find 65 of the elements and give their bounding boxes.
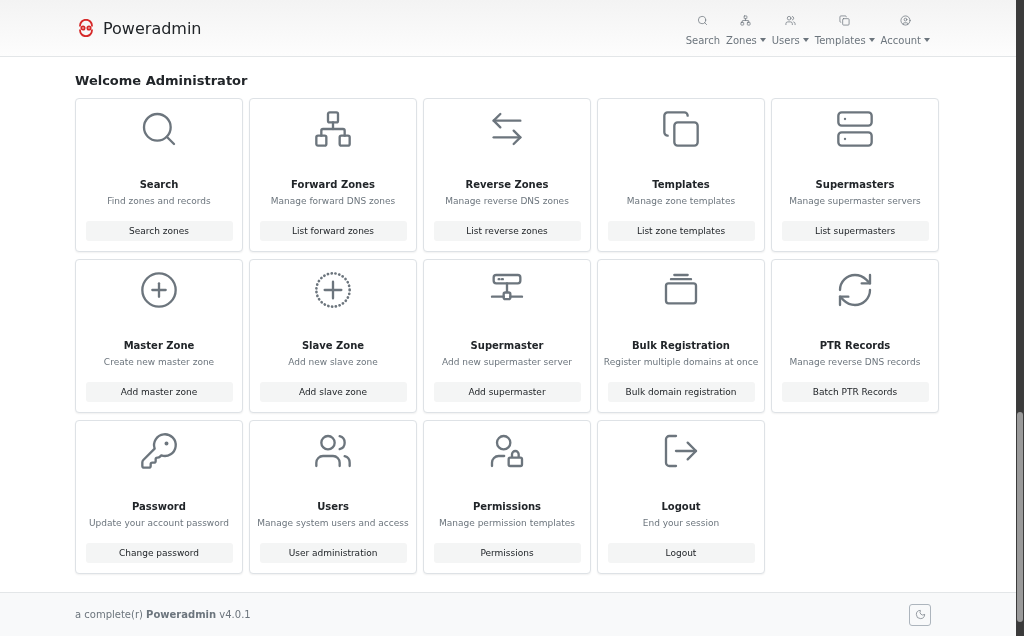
- card-description: Add new supermaster server: [442, 357, 572, 367]
- footer-text: a complete(r) Poweradmin v4.0.1: [75, 609, 251, 620]
- card-action-button[interactable]: Add master zone: [85, 382, 233, 402]
- nav-link[interactable]: Search: [685, 14, 721, 46]
- card-description: Add new slave zone: [288, 357, 378, 367]
- theme-toggle-button[interactable]: [909, 603, 931, 626]
- card-title: Master Zone: [123, 340, 195, 351]
- card-title: Users: [317, 501, 349, 512]
- card-description: Manage system users and access: [257, 518, 409, 528]
- card-action-button[interactable]: Add slave zone: [259, 382, 407, 402]
- nav-link[interactable]: Zones: [726, 14, 766, 46]
- card-title: Supermasters: [815, 179, 895, 190]
- card-action-button[interactable]: Permissions: [433, 543, 581, 563]
- card-description: Manage zone templates: [626, 196, 736, 206]
- page-heading: Welcome Administrator: [75, 73, 249, 88]
- card-action-button[interactable]: Change password: [85, 543, 233, 563]
- card-description: End your session: [642, 518, 720, 528]
- card-description: Register multiple domains at once: [603, 357, 759, 367]
- card-title: Slave Zone: [301, 340, 365, 351]
- users-icon: [784, 14, 796, 26]
- brand-name[interactable]: Poweradmin: [103, 18, 202, 38]
- moon-icon: [914, 609, 926, 620]
- nav-link[interactable]: Templates: [814, 14, 875, 46]
- plus-circle-icon: [139, 270, 179, 310]
- card-action-button[interactable]: Add supermaster: [433, 382, 581, 402]
- card-action-button[interactable]: Search zones: [85, 221, 233, 241]
- card-action-button[interactable]: List zone templates: [607, 221, 755, 241]
- card-title: Bulk Registration: [632, 340, 730, 351]
- card-description: Update your account password: [89, 518, 229, 528]
- card-action-button[interactable]: List forward zones: [259, 221, 407, 241]
- card-description: Create new master zone: [103, 357, 215, 367]
- card-description: Manage supermaster servers: [789, 196, 921, 206]
- server-icon: [835, 109, 875, 149]
- sitemap-icon: [313, 109, 353, 149]
- sitemap-icon: [740, 14, 752, 26]
- card-title: Forward Zones: [291, 179, 375, 190]
- logo-icon: [77, 19, 95, 37]
- card-title: Search: [139, 179, 179, 190]
- documents-icon: [839, 14, 851, 26]
- card-action-button[interactable]: Logout: [607, 543, 755, 563]
- card-description: Manage permission templates: [439, 518, 575, 528]
- card-title: Password: [132, 501, 186, 512]
- card-action-button[interactable]: User administration: [259, 543, 407, 563]
- card-description: Manage reverse DNS zones: [445, 196, 569, 206]
- card-description: Manage forward DNS zones: [270, 196, 396, 206]
- search-icon: [697, 14, 709, 26]
- card-title: PTR Records: [819, 340, 891, 351]
- card-action-button[interactable]: Bulk domain registration: [607, 382, 755, 402]
- nav-link[interactable]: Users: [771, 14, 809, 46]
- card-title: Logout: [661, 501, 701, 512]
- card-title: Reverse Zones: [465, 179, 549, 190]
- card-description: Manage reverse DNS records: [789, 357, 921, 367]
- card-description: Find zones and records: [107, 196, 211, 206]
- dashed-plus-circle-icon: [313, 270, 353, 310]
- key-icon: [139, 431, 179, 471]
- card-action-button[interactable]: List supermasters: [781, 221, 929, 241]
- card-title: Supermaster: [470, 340, 544, 351]
- user-circle-icon: [899, 14, 911, 26]
- card-title: Permissions: [472, 501, 542, 512]
- card-title: Templates: [652, 179, 710, 190]
- nav-link[interactable]: Account: [880, 14, 930, 46]
- card-action-button[interactable]: Batch PTR Records: [781, 382, 929, 402]
- scrollbar[interactable]: [1016, 0, 1024, 636]
- card-action-button[interactable]: List reverse zones: [433, 221, 581, 241]
- documents-icon: [661, 109, 701, 149]
